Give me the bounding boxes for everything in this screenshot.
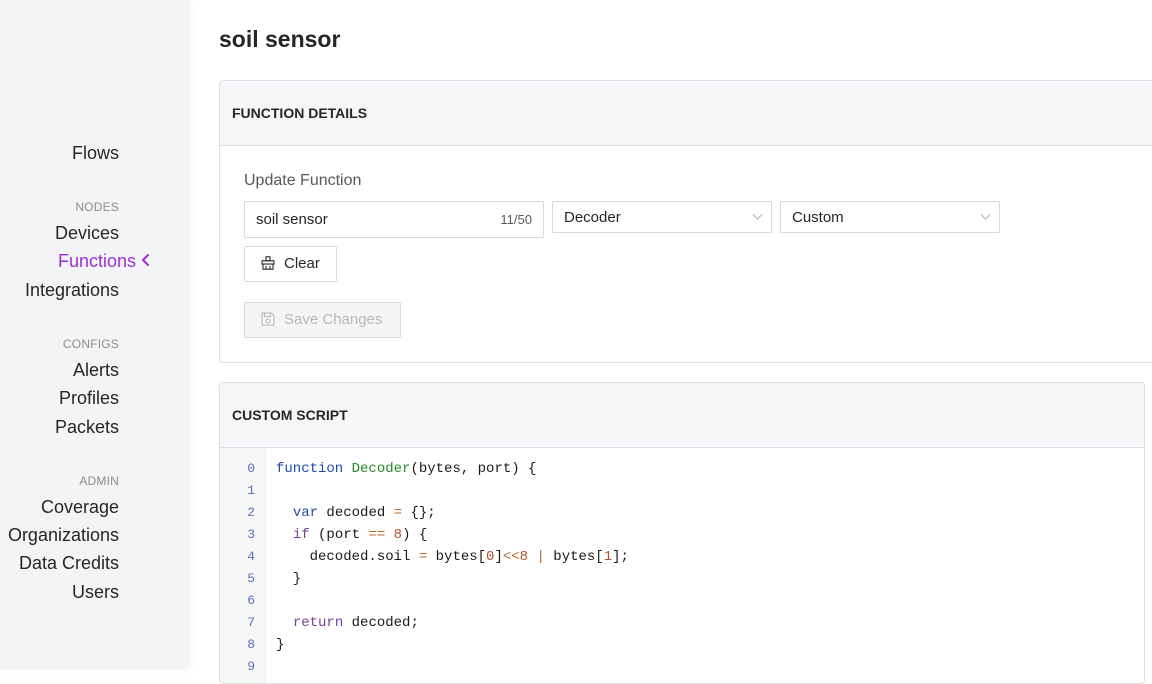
function-name-input[interactable]: soil sensor 11/50: [244, 201, 544, 238]
function-type-select[interactable]: Decoder: [552, 201, 772, 233]
nav-flows[interactable]: Flows: [72, 142, 119, 164]
nav-organizations[interactable]: Organizations: [8, 524, 119, 546]
line-number: 1: [247, 483, 255, 498]
function-type-value: Decoder: [564, 209, 621, 226]
code-line: 8 }: [220, 634, 1144, 656]
code-text: function Decoder(bytes, port) {: [276, 461, 537, 477]
clear-button-label: Clear: [284, 255, 320, 272]
line-number: 4: [247, 549, 255, 564]
nav-section-nodes: NODES: [75, 200, 119, 214]
nav-section-admin: ADMIN: [79, 474, 119, 488]
update-function-label: Update Function: [244, 172, 362, 189]
custom-script-card: CUSTOM SCRIPT 0 function Decoder(bytes, …: [219, 382, 1145, 684]
code-text: var decoded = {};: [292, 505, 436, 521]
nav-section-configs: CONFIGS: [62, 337, 119, 351]
line-number: 6: [247, 593, 255, 608]
nav-integrations[interactable]: Integrations: [25, 279, 119, 301]
custom-script-header: CUSTOM SCRIPT: [220, 383, 1144, 448]
code-line: 6: [220, 590, 1144, 612]
character-counter: 11/50: [500, 212, 532, 227]
code-line: 0 function Decoder(bytes, port) {: [220, 458, 1144, 480]
code-text: if (port == 8) {: [292, 527, 428, 543]
line-number: 9: [247, 659, 255, 674]
chevron-down-icon: [752, 214, 763, 220]
chevron-down-icon: [980, 214, 991, 220]
save-changes-label: Save Changes: [284, 311, 383, 328]
clear-icon: [261, 256, 275, 270]
code-text: decoded.soil = bytes[0]<<8 | bytes[1];: [276, 549, 629, 565]
function-name-value: soil sensor: [256, 211, 328, 228]
line-number: 8: [247, 637, 255, 652]
save-changes-button[interactable]: Save Changes: [244, 302, 401, 338]
clear-button[interactable]: Clear: [244, 246, 337, 282]
line-number: 0: [247, 461, 255, 476]
nav-packets[interactable]: Packets: [55, 416, 119, 438]
line-number: 5: [247, 571, 255, 586]
code-line: 3 if (port == 8) {: [220, 524, 1144, 546]
function-details-header: FUNCTION DETAILS: [220, 81, 1152, 146]
nav-coverage[interactable]: Coverage: [41, 496, 119, 518]
code-text: }: [276, 571, 302, 587]
save-icon: [261, 312, 275, 326]
code-text: return decoded;: [292, 615, 419, 631]
nav-users[interactable]: Users: [72, 581, 119, 603]
nav-alerts[interactable]: Alerts: [73, 359, 119, 381]
code-editor[interactable]: 0 function Decoder(bytes, port) { 1 2 va…: [220, 448, 1144, 683]
chevron-left-icon: [142, 254, 149, 266]
nav-profiles[interactable]: Profiles: [59, 387, 119, 409]
nav-data-credits[interactable]: Data Credits: [19, 552, 119, 574]
code-line: 4 decoded.soil = bytes[0]<<8 | bytes[1];: [220, 546, 1144, 568]
nav-functions[interactable]: Functions: [57, 250, 149, 272]
code-line: 7 return decoded;: [220, 612, 1144, 634]
code-line: 5 }: [220, 568, 1144, 590]
code-line: 1: [220, 480, 1144, 502]
nav-devices[interactable]: Devices: [55, 222, 119, 244]
function-format-value: Custom: [792, 209, 844, 226]
line-number: 7: [247, 615, 255, 630]
line-number: 3: [247, 527, 255, 542]
code-line: 9: [220, 656, 1144, 678]
page-title: soil sensor: [219, 26, 341, 52]
sidebar: Flows NODES Devices Functions Integratio…: [0, 0, 188, 669]
function-format-select[interactable]: Custom: [780, 201, 1000, 233]
nav-functions-label: Functions: [57, 251, 136, 271]
function-details-card: FUNCTION DETAILS Update Function soil se…: [219, 80, 1152, 363]
code-line: 2 var decoded = {};: [220, 502, 1144, 524]
code-text: }: [276, 637, 285, 653]
line-number: 2: [247, 505, 255, 520]
